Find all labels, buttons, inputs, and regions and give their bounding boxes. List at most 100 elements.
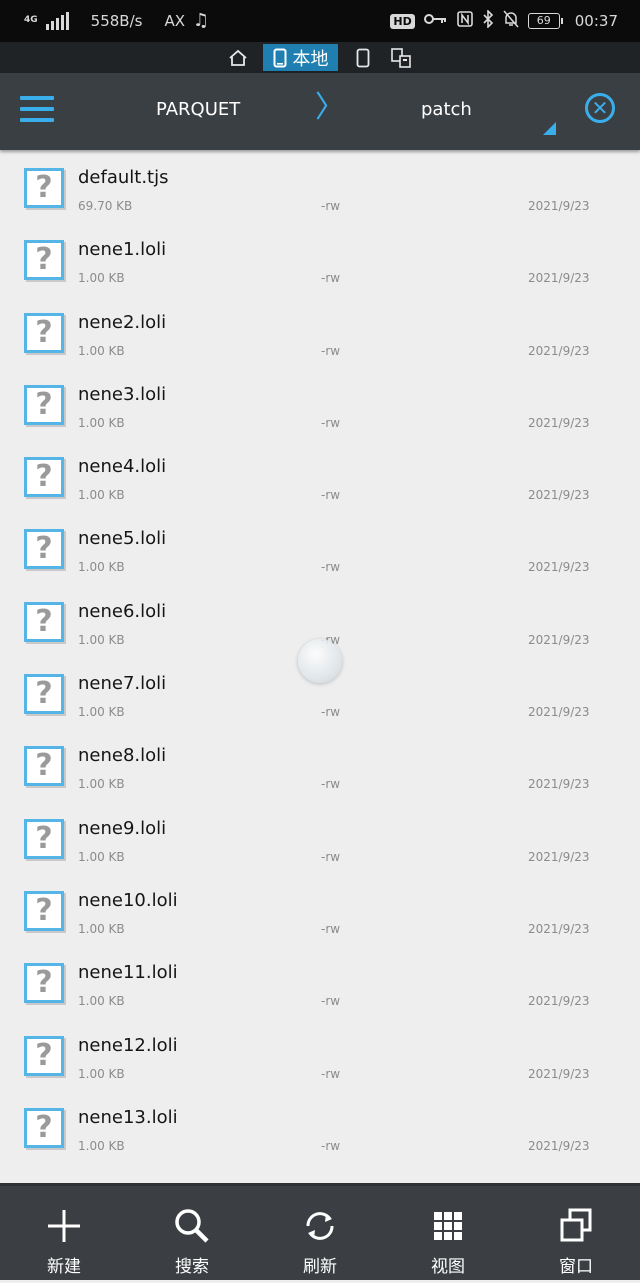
list-item[interactable]: ? nene4.loli 1.00 KB -rw 2021/9/23 [0, 439, 640, 511]
file-name: nene10.loli [78, 889, 178, 911]
file-date: 2021/9/23 [528, 271, 590, 286]
network-speed: 558B/s [90, 11, 143, 30]
file-permissions: -rw [321, 1138, 341, 1153]
unknown-file-icon: ? [24, 529, 64, 570]
tab-home[interactable] [223, 44, 253, 71]
file-size: 1.00 KB [78, 488, 125, 503]
network-type: 4G [24, 15, 38, 25]
file-permissions: -rw [321, 705, 341, 720]
file-name: nene6.loli [78, 600, 167, 622]
bell-off-icon [503, 10, 519, 32]
new-button[interactable]: 新建 [0, 1186, 128, 1283]
file-permissions: -rw [321, 199, 341, 213]
windows-button[interactable]: 窗口 [512, 1186, 640, 1283]
file-name: nene2.loli [78, 311, 167, 333]
list-item[interactable]: ? nene1.loli 1.00 KB -rw 2021/9/23 [0, 222, 640, 294]
file-date: 2021/9/23 [528, 343, 590, 358]
unknown-file-icon: ? [24, 674, 64, 715]
file-permissions: -rw [321, 415, 341, 430]
file-permissions: -rw [321, 488, 341, 503]
phone-icon [273, 48, 286, 67]
plus-icon [48, 1210, 80, 1242]
view-label: 视图 [431, 1257, 465, 1277]
file-name: nene5.loli [78, 528, 167, 550]
tab-device[interactable] [350, 44, 376, 71]
signal-icon [45, 11, 69, 30]
floating-assistant-ball[interactable] [298, 639, 342, 683]
close-icon[interactable]: ✕ [585, 93, 615, 123]
search-icon [175, 1209, 209, 1243]
file-permissions: -rw [321, 849, 341, 864]
file-size: 1.00 KB [78, 1138, 125, 1153]
dropdown-corner-icon[interactable] [543, 122, 556, 135]
file-name: nene8.loli [78, 745, 167, 767]
refresh-button[interactable]: 刷新 [256, 1186, 384, 1283]
list-item[interactable]: ? nene12.loli 1.00 KB -rw 2021/9/23 [0, 1018, 640, 1090]
hd-badge: HD [390, 13, 415, 29]
unknown-file-icon: ? [24, 601, 64, 642]
tab-network[interactable] [386, 44, 416, 71]
search-button[interactable]: 搜索 [128, 1186, 256, 1283]
breadcrumb-chevron-icon: 〉 [315, 90, 345, 125]
file-name: nene1.loli [78, 239, 167, 261]
music-icon: ♫ [193, 10, 210, 31]
windows-label: 窗口 [559, 1257, 593, 1277]
file-size: 1.00 KB [78, 1066, 125, 1081]
unknown-file-icon: ? [24, 1107, 64, 1148]
unknown-file-icon: ? [24, 963, 64, 1004]
file-date: 2021/9/23 [528, 849, 590, 864]
file-permissions: -rw [321, 994, 341, 1009]
grid-view-icon [434, 1212, 462, 1240]
device-icon [356, 48, 370, 67]
file-size: 1.00 KB [78, 705, 125, 720]
list-item[interactable]: ? nene10.loli 1.00 KB -rw 2021/9/23 [0, 873, 640, 945]
file-permissions: -rw [321, 271, 341, 286]
list-item[interactable]: ? nene11.loli 1.00 KB -rw 2021/9/23 [0, 945, 640, 1017]
list-item[interactable]: ? nene13.loli 1.00 KB -rw 2021/9/23 [0, 1090, 640, 1162]
file-name: nene13.loli [78, 1106, 178, 1128]
file-size: 1.00 KB [78, 994, 125, 1009]
list-item[interactable]: ? default.tjs 69.70 KB -rw 2021/9/23 [0, 150, 640, 222]
file-permissions: -rw [321, 560, 341, 575]
view-button[interactable]: 视图 [384, 1186, 512, 1283]
file-size: 1.00 KB [78, 777, 125, 792]
bluetooth-icon [482, 9, 494, 32]
file-date: 2021/9/23 [528, 1066, 590, 1081]
key-icon [423, 12, 448, 30]
file-name: nene9.loli [78, 817, 167, 839]
menu-icon[interactable] [20, 96, 54, 124]
file-date: 2021/9/23 [528, 415, 590, 430]
unknown-file-icon: ? [24, 890, 64, 931]
list-item[interactable]: ? nene8.loli 1.00 KB -rw 2021/9/23 [0, 728, 640, 800]
search-label: 搜索 [175, 1257, 209, 1277]
breadcrumb-parent[interactable]: PARQUET [156, 99, 240, 120]
unknown-file-icon: ? [24, 457, 64, 498]
file-name: nene4.loli [78, 456, 167, 478]
file-date: 2021/9/23 [528, 921, 590, 936]
status-bar: 4G 558B/s AX ♫ HD 69 00:37 [0, 0, 640, 42]
unknown-file-icon: ? [24, 1035, 64, 1076]
network-devices-icon [391, 47, 411, 68]
file-size: 69.70 KB [78, 199, 133, 213]
file-size: 1.00 KB [78, 271, 125, 286]
carrier-badge: AX [164, 11, 185, 30]
file-date: 2021/9/23 [528, 488, 590, 503]
list-item[interactable]: ? nene5.loli 1.00 KB -rw 2021/9/23 [0, 511, 640, 583]
breadcrumb-current[interactable]: patch [421, 99, 472, 120]
list-item[interactable]: ? nene9.loli 1.00 KB -rw 2021/9/23 [0, 801, 640, 873]
tab-local[interactable]: 本地 [263, 44, 338, 71]
file-size: 1.00 KB [78, 921, 125, 936]
file-size: 1.00 KB [78, 560, 125, 575]
unknown-file-icon: ? [24, 818, 64, 859]
list-item[interactable]: ? nene2.loli 1.00 KB -rw 2021/9/23 [0, 295, 640, 367]
file-name: nene12.loli [78, 1034, 178, 1056]
unknown-file-icon: ? [24, 168, 64, 208]
file-date: 2021/9/23 [528, 632, 590, 647]
list-item[interactable]: ? nene3.loli 1.00 KB -rw 2021/9/23 [0, 367, 640, 439]
file-size: 1.00 KB [78, 632, 125, 647]
path-toolbar: PARQUET 〉 patch [0, 73, 640, 150]
file-date: 2021/9/23 [528, 705, 590, 720]
windows-icon [560, 1208, 592, 1242]
file-size: 1.00 KB [78, 415, 125, 430]
file-name: nene7.loli [78, 673, 167, 695]
